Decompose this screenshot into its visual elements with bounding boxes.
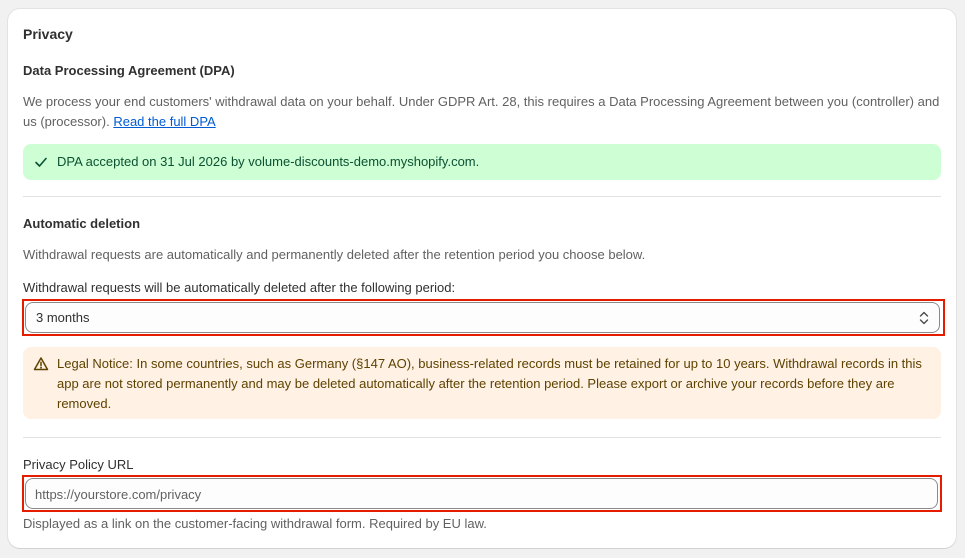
section-divider bbox=[23, 437, 941, 438]
retention-selected-value: 3 months bbox=[36, 310, 90, 325]
legal-notice-banner: Legal Notice: In some countries, such as… bbox=[23, 347, 941, 419]
deletion-description: Withdrawal requests are automatically an… bbox=[23, 247, 646, 262]
dpa-description: We process your end customers' withdrawa… bbox=[23, 92, 941, 132]
privacy-url-help-text: Displayed as a link on the customer-faci… bbox=[23, 516, 487, 531]
dpa-heading: Data Processing Agreement (DPA) bbox=[23, 63, 235, 78]
legal-notice-text: Legal Notice: In some countries, such as… bbox=[57, 356, 922, 411]
retention-period-select[interactable]: 3 months bbox=[25, 302, 940, 333]
retention-select-label: Withdrawal requests will be automaticall… bbox=[23, 280, 456, 295]
deletion-heading: Automatic deletion bbox=[23, 216, 141, 231]
select-chevron-icon bbox=[919, 311, 929, 325]
privacy-url-input[interactable] bbox=[35, 485, 915, 503]
read-dpa-link[interactable]: Read the full DPA bbox=[113, 114, 215, 129]
privacy-card: Privacy Data Processing Agreement (DPA) … bbox=[8, 9, 956, 548]
alert-triangle-icon bbox=[33, 357, 49, 371]
privacy-url-field[interactable] bbox=[25, 478, 938, 509]
section-divider bbox=[23, 196, 941, 197]
checkmark-icon bbox=[35, 157, 47, 167]
dpa-accepted-banner: DPA accepted on 31 Jul 2026 by volume-di… bbox=[23, 144, 941, 180]
privacy-url-label: Privacy Policy URL bbox=[23, 457, 134, 472]
dpa-accepted-text: DPA accepted on 31 Jul 2026 by volume-di… bbox=[57, 154, 480, 169]
section-title: Privacy bbox=[23, 26, 73, 42]
